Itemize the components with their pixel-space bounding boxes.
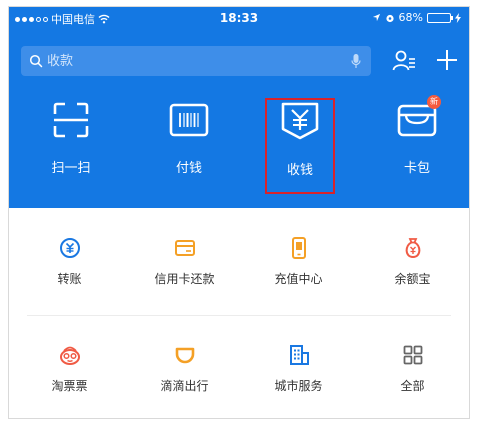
pay-action[interactable]: 付钱 bbox=[149, 101, 229, 176]
charging-icon bbox=[455, 12, 461, 23]
transfer-icon bbox=[59, 238, 80, 258]
service-city[interactable]: 城市服务 bbox=[241, 343, 356, 394]
services-grid: 转账 信用卡还款 充值中心 余额宝 淘票票 滴滴出行 城市服务 全部 bbox=[9, 208, 469, 418]
location-arrow-icon bbox=[372, 13, 380, 22]
ticket-mascot-icon bbox=[59, 346, 80, 365]
service-label: 余额宝 bbox=[394, 272, 431, 286]
phone-topup-icon bbox=[291, 237, 306, 259]
service-all[interactable]: 全部 bbox=[355, 343, 469, 394]
add-icon[interactable] bbox=[435, 48, 459, 72]
app-screen: 中国电信 18:33 68% 收款 扫一扫 付钱 收钱 新 卡包 转账 信用卡还… bbox=[8, 6, 470, 419]
action-label: 付钱 bbox=[175, 161, 202, 176]
search-bar[interactable] bbox=[21, 46, 371, 76]
service-transfer[interactable]: 转账 bbox=[12, 236, 127, 287]
card-wallet-action[interactable]: 新 卡包 bbox=[377, 95, 457, 176]
receive-highlight-box bbox=[265, 98, 335, 194]
service-label: 信用卡还款 bbox=[154, 272, 215, 286]
battery-percent: 68% bbox=[398, 11, 423, 24]
status-right: 68% bbox=[372, 11, 461, 24]
search-input[interactable] bbox=[47, 46, 347, 76]
credit-card-icon bbox=[174, 240, 195, 256]
service-yuebao[interactable]: 余额宝 bbox=[355, 236, 469, 287]
money-bag-icon bbox=[405, 238, 420, 259]
service-label: 淘票票 bbox=[51, 379, 88, 393]
action-label: 卡包 bbox=[403, 161, 430, 176]
action-label: 扫一扫 bbox=[51, 161, 91, 176]
service-label: 全部 bbox=[400, 379, 425, 393]
quick-actions: 扫一扫 付钱 收钱 新 卡包 bbox=[9, 95, 469, 201]
alarm-icon bbox=[385, 14, 394, 22]
contacts-icon[interactable] bbox=[391, 48, 417, 74]
header: 中国电信 18:33 68% 收款 扫一扫 付钱 收钱 新 卡包 bbox=[9, 7, 469, 208]
service-didi[interactable]: 滴滴出行 bbox=[127, 343, 242, 394]
city-building-icon bbox=[289, 345, 309, 365]
grid-all-icon bbox=[403, 345, 422, 365]
scan-action[interactable]: 扫一扫 bbox=[31, 101, 111, 176]
service-topup[interactable]: 充值中心 bbox=[241, 236, 356, 287]
didi-icon bbox=[175, 347, 194, 364]
service-taopiaopiao[interactable]: 淘票票 bbox=[12, 343, 127, 394]
service-label: 滴滴出行 bbox=[160, 379, 209, 393]
service-label: 城市服务 bbox=[274, 379, 323, 393]
service-label: 充值中心 bbox=[274, 272, 323, 286]
service-label: 转账 bbox=[57, 272, 82, 286]
scan-icon bbox=[53, 102, 89, 138]
search-icon bbox=[29, 54, 43, 68]
grid-divider bbox=[27, 315, 451, 316]
barcode-icon bbox=[169, 103, 209, 137]
status-bar: 中国电信 18:33 68% bbox=[9, 7, 469, 29]
new-badge: 新 bbox=[427, 95, 441, 109]
service-credit-card[interactable]: 信用卡还款 bbox=[127, 236, 242, 287]
battery-icon bbox=[427, 12, 453, 23]
microphone-icon[interactable] bbox=[351, 53, 361, 69]
search-row bbox=[21, 46, 459, 76]
